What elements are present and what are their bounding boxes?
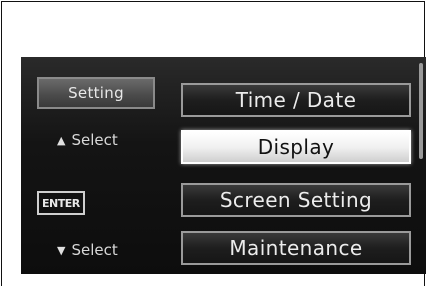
display-screen: Setting ▲ Select ENTER ▼ Select Time / D… <box>21 57 426 274</box>
menu-item-label: Screen Setting <box>219 188 373 212</box>
menu-item-time-date[interactable]: Time / Date <box>181 83 411 117</box>
enter-label: ENTER <box>42 196 80 210</box>
select-up-label: Select <box>71 131 118 149</box>
select-down-label: Select <box>71 241 118 259</box>
triangle-up-icon: ▲ <box>57 133 66 147</box>
menu-item-label: Time / Date <box>235 88 357 112</box>
menu-scrollbar[interactable] <box>419 63 423 159</box>
setting-button-label: Setting <box>68 84 124 102</box>
enter-button[interactable]: ENTER <box>37 191 85 215</box>
setting-button[interactable]: Setting <box>37 77 155 109</box>
triangle-down-icon: ▼ <box>57 243 66 257</box>
menu-item-label: Maintenance <box>229 236 363 260</box>
device-frame: Setting ▲ Select ENTER ▼ Select Time / D… <box>1 1 426 286</box>
select-up-button[interactable]: ▲ Select <box>57 131 118 149</box>
select-down-button[interactable]: ▼ Select <box>57 241 118 259</box>
menu-item-screen-setting[interactable]: Screen Setting <box>181 183 411 217</box>
menu-item-label: Display <box>257 135 335 159</box>
menu-item-maintenance[interactable]: Maintenance <box>181 231 411 265</box>
menu-item-display[interactable]: Display <box>181 130 411 164</box>
